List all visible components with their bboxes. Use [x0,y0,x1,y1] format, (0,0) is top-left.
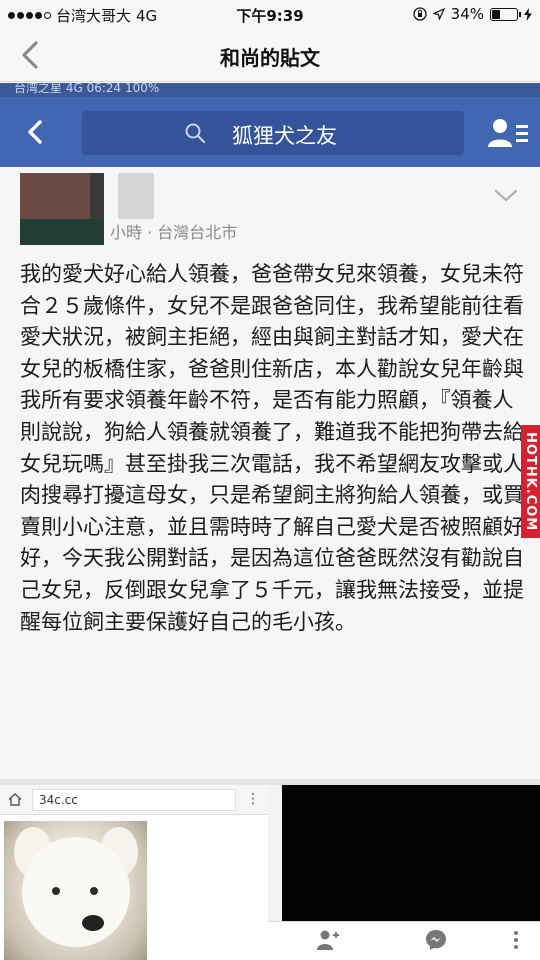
redacted-panel [282,785,540,921]
battery-percent: 34% [450,5,484,23]
fb-tab-bar [268,921,540,960]
home-icon [8,793,22,806]
orientation-lock-icon [413,7,427,21]
fb-header: 狐狸犬之友 [0,97,540,167]
fb-search-box: 狐狸犬之友 [82,111,464,155]
messenger-icon [426,930,446,950]
page-title: 和尚的貼文 [220,46,320,70]
dog-photo [4,821,147,960]
status-bar: 台湾大哥大 4G 下午9:39 34% [0,0,540,28]
location-icon [432,8,445,20]
fb-back-icon [28,120,42,144]
watermark: HOTHK.COM [521,425,540,538]
browser-url: 34c.cc [32,789,236,811]
browser-url-bar: 34c.cc ⋮ [0,785,268,815]
search-icon [185,123,206,144]
embedded-screenshot: 台湾之星 4G 06:24 100% 狐狸犬之友 小時 · 台灣台北市 我的愛犬… [0,83,540,960]
battery-level [492,9,500,19]
redacted-name [118,173,154,219]
post-meta: 小時 · 台灣台北市 [110,223,238,242]
status-right: 34% [413,5,532,23]
fb-search-text: 狐狸犬之友 [232,124,337,148]
add-friend-icon [317,930,339,950]
embedded-browser: 34c.cc ⋮ [0,785,268,960]
friends-list-icon [488,119,528,147]
fb-post: 小時 · 台灣台北市 我的愛犬好心給人領養，爸爸帶女兒來領養，女兒未符合２５歲條… [0,167,540,779]
avatar [20,173,104,245]
browser-menu-icon: ⋮ [246,791,260,807]
charging-bolt-icon [524,7,532,21]
battery-icon [490,7,521,21]
chevron-down-icon [494,189,518,202]
more-menu-icon [514,931,518,949]
post-body: 我的愛犬好心給人領養，爸爸帶女兒來領養，女兒未符合２５歲條件，女兒不是跟爸爸同住… [20,262,524,634]
embedded-status-strip: 台湾之星 4G 06:24 100% [0,83,540,97]
nav-bar: 和尚的貼文 [0,28,540,82]
